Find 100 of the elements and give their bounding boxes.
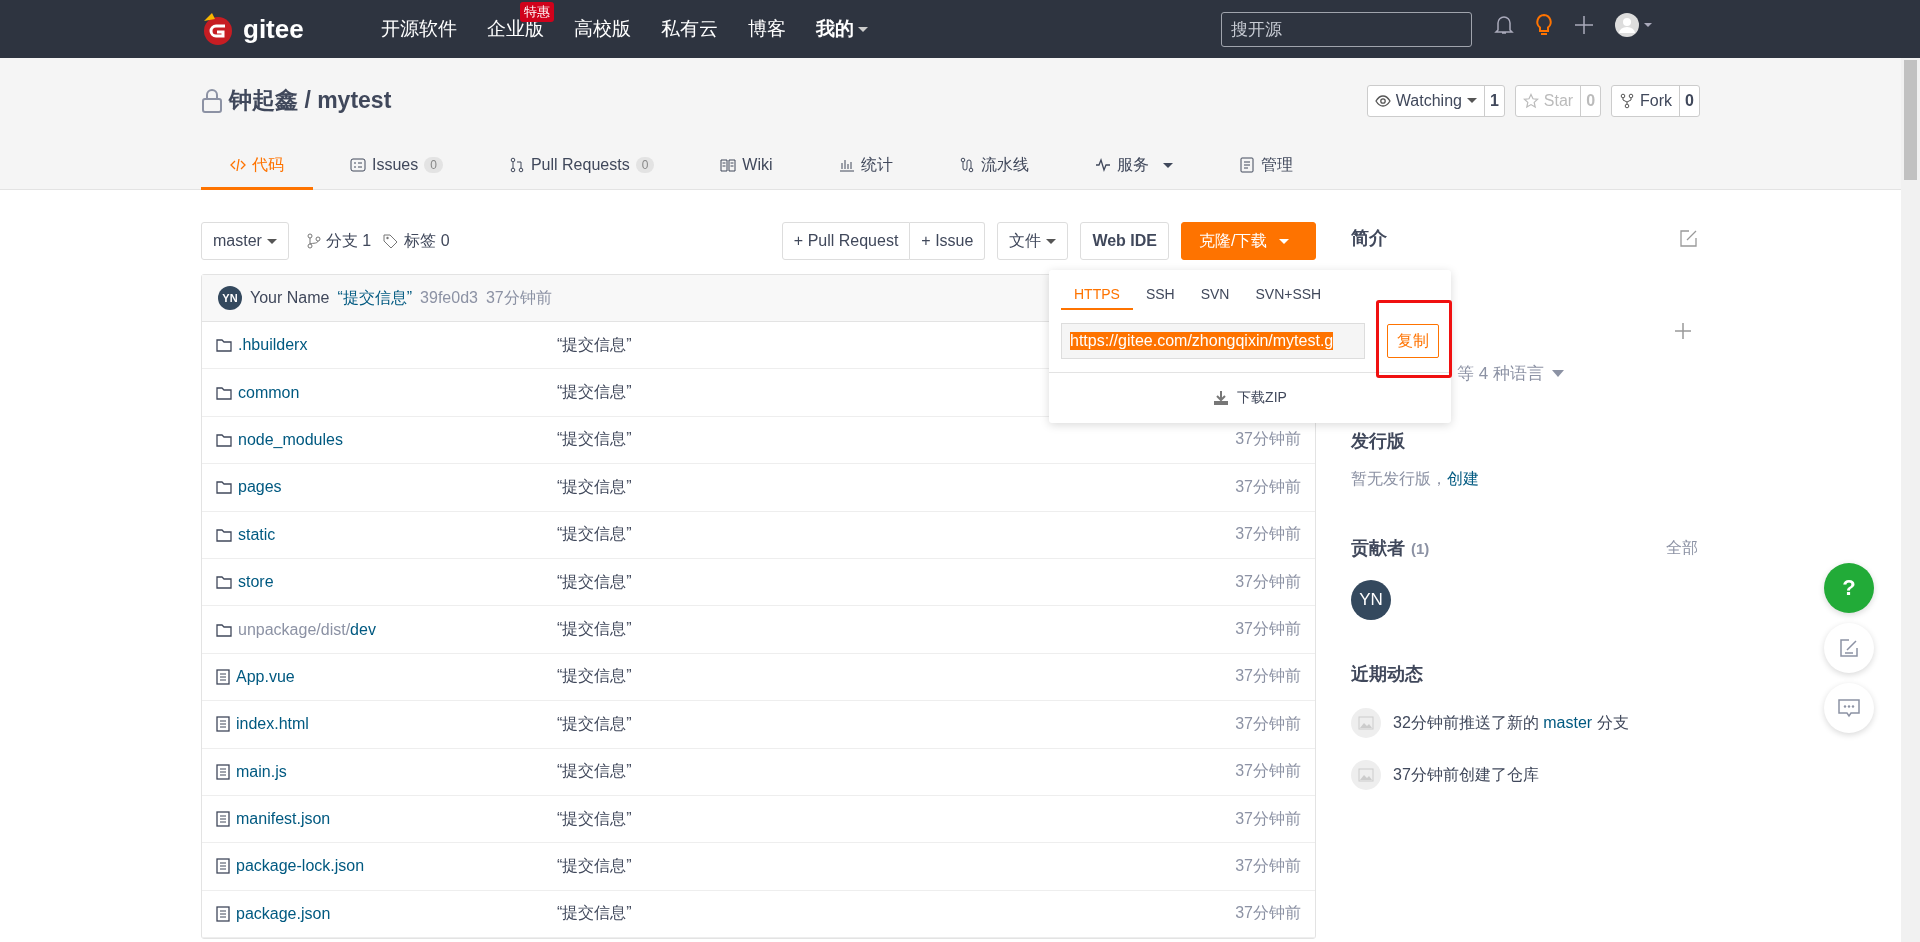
commit-message-link[interactable]: “提交信息”	[557, 666, 1236, 688]
commit-time: 37分钟前	[1235, 713, 1301, 734]
file-icon	[216, 905, 230, 922]
protocol-tab[interactable]: SVN+SSH	[1242, 278, 1335, 310]
commit-message-link[interactable]: “提交信息”	[557, 903, 1236, 925]
author-avatar: YN	[218, 286, 242, 310]
commit-time: 37分钟前	[1235, 524, 1301, 545]
file-icon	[216, 811, 230, 828]
branch-dropdown[interactable]: master	[201, 222, 289, 260]
download-zip-link[interactable]: 下载ZIP	[1049, 373, 1451, 423]
nav-link[interactable]: 博客	[732, 16, 801, 42]
tab[interactable]: Issues 0	[321, 143, 472, 190]
commit-message-link[interactable]: “提交信息”	[557, 761, 1236, 783]
pipeline-icon	[958, 157, 975, 173]
caret-icon	[1046, 238, 1057, 244]
chat-icon[interactable]	[1838, 698, 1860, 718]
tab[interactable]: 流水线	[929, 143, 1058, 190]
section-heading: 近期动态	[1351, 663, 1423, 686]
commit-message-link[interactable]: “提交信息”	[557, 571, 1236, 593]
tab[interactable]: 服务	[1065, 143, 1202, 190]
nav-link[interactable]: 我的	[800, 16, 883, 42]
commit-message-link[interactable]: “提交信息”	[557, 476, 1236, 498]
branch-link[interactable]: master	[1543, 713, 1593, 731]
plus-icon[interactable]	[1674, 322, 1692, 340]
commit-time: 37分钟前	[1235, 761, 1301, 782]
folder-link[interactable]: node_modules	[238, 430, 343, 449]
count-badge: 0	[424, 157, 443, 173]
folder-icon	[216, 480, 232, 495]
logo-text[interactable]: gitee	[243, 13, 304, 45]
image-placeholder-icon	[1351, 708, 1381, 738]
search-field[interactable]: 搜开源	[1221, 12, 1472, 47]
scrollbar[interactable]	[1901, 58, 1920, 942]
tab[interactable]: 管理	[1209, 143, 1322, 190]
lock-icon	[201, 87, 223, 114]
commit-message-link[interactable]: “提交信息”	[337, 287, 413, 309]
nav-link[interactable]: 高校版	[558, 16, 646, 42]
file-link[interactable]: manifest.json	[236, 810, 331, 829]
create-release-link[interactable]: 创建	[1447, 470, 1479, 487]
star-icon	[1522, 92, 1539, 109]
contributor-avatar[interactable]: YN	[1351, 580, 1391, 620]
section-heading: 发行版	[1351, 430, 1405, 453]
commit-message-link[interactable]: “提交信息”	[557, 856, 1236, 877]
file-icon	[216, 668, 230, 685]
edit-icon[interactable]	[1680, 229, 1698, 247]
tags-link[interactable]: 标签 0	[383, 230, 450, 252]
issues-icon	[350, 157, 366, 173]
author-link[interactable]: Your Name	[250, 289, 330, 307]
commit-message-link[interactable]: “提交信息”	[557, 429, 1236, 451]
tab[interactable]: 统计	[809, 143, 922, 190]
protocol-tab[interactable]: SVN	[1187, 278, 1243, 310]
file-link[interactable]: package-lock.json	[236, 857, 365, 876]
nav-link[interactable]: 开源软件	[365, 16, 472, 42]
file-icon	[216, 858, 230, 875]
plus-icon[interactable]	[1574, 15, 1594, 35]
releases-text: 暂无发行版，	[1351, 470, 1447, 487]
folder-link[interactable]: store	[238, 573, 274, 592]
folder-link[interactable]: pages	[238, 478, 282, 497]
commit-message-link[interactable]: “提交信息”	[557, 524, 1236, 546]
commit-time: 37分钟前	[1235, 808, 1301, 829]
web-ide-button[interactable]: Web IDE	[1080, 222, 1169, 260]
commit-message-link[interactable]: “提交信息”	[557, 808, 1236, 830]
commit-time: 37分钟前	[1235, 856, 1301, 876]
promo-badge: 特惠	[519, 2, 554, 22]
tab[interactable]: Pull Requests 0	[479, 143, 684, 190]
tab[interactable]: Wiki	[691, 143, 802, 190]
repo-action-button[interactable]: Fork	[1612, 85, 1680, 116]
branch-icon	[306, 233, 321, 249]
edit-icon[interactable]	[1839, 638, 1859, 658]
pull-request-icon	[508, 157, 525, 173]
pulse-icon	[1094, 157, 1111, 173]
user-avatar-icon[interactable]	[1614, 12, 1654, 38]
commit-message-link[interactable]: “提交信息”	[557, 713, 1236, 735]
nav-link[interactable]: 私有云	[645, 16, 733, 42]
folder-link[interactable]: .hbuilderx	[238, 336, 308, 355]
folder-link[interactable]: common	[238, 383, 300, 402]
commit-message-link[interactable]: “提交信息”	[557, 619, 1236, 641]
folder-link[interactable]: static	[238, 525, 276, 544]
folder-icon	[216, 338, 232, 353]
commit-time: 37分钟前	[1235, 476, 1301, 497]
eye-icon	[1374, 92, 1391, 109]
download-icon	[1213, 390, 1230, 406]
fork-icon	[1619, 92, 1636, 109]
repo-action-button[interactable]: Watching	[1367, 85, 1484, 116]
commit-time: 37分钟前	[1235, 619, 1301, 640]
folder-link[interactable]: dev	[350, 620, 376, 639]
protocol-tab[interactable]: SSH	[1132, 278, 1188, 310]
lightbulb-icon[interactable]	[1534, 13, 1554, 37]
file-link[interactable]: index.html	[236, 715, 309, 734]
count-label: 1	[1483, 85, 1504, 116]
file-link[interactable]: main.js	[236, 762, 287, 781]
file-link[interactable]: package.json	[236, 904, 331, 923]
commit-time: 37分钟前	[1235, 903, 1301, 924]
file-link[interactable]: App.vue	[236, 667, 295, 686]
bell-icon[interactable]	[1494, 14, 1514, 36]
bar-chart-icon	[838, 157, 855, 173]
file-dropdown[interactable]: 文件	[997, 222, 1069, 260]
branches-link[interactable]: 分支 1	[306, 230, 372, 252]
commit-time: 37分钟前	[485, 287, 552, 308]
new-item-button[interactable]: + Pull Request	[781, 222, 911, 260]
new-item-button[interactable]: + Issue	[910, 222, 986, 260]
